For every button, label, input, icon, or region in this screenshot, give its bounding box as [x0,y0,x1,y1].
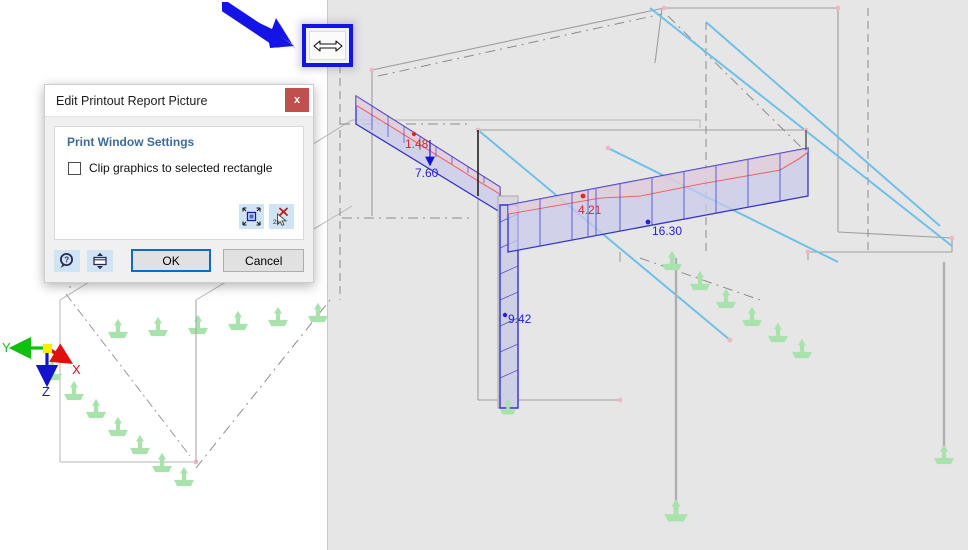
clear-selection-icon[interactable]: 2x [269,204,294,229]
window-tool-buttons: 2x [239,204,294,229]
resize-handle-inner[interactable] [309,31,346,60]
result-label-4: 16.30 [652,224,683,238]
fit-to-rectangle-icon[interactable] [239,204,264,229]
coordinate-axes-gizmo: Y X Z [0,330,110,410]
horizontal-resize-arrow-icon [312,39,343,52]
axis-label-x: X [72,362,81,377]
clip-graphics-checkbox[interactable] [68,161,81,175]
clip-graphics-label: Clip graphics to selected rectangle [89,161,273,175]
help-icon[interactable]: ? [54,249,80,272]
dialog-body: Print Window Settings Clip graphics to s… [45,117,313,240]
dialog-titlebar[interactable]: Edit Printout Report Picture x [45,85,313,117]
dialog-footer: ? OK Cancel [45,240,313,282]
axis-label-z: Z [42,384,50,399]
group-title: Print Window Settings [67,135,195,149]
edit-printout-report-picture-dialog: Edit Printout Report Picture x Print Win… [44,84,314,283]
dialog-title: Edit Printout Report Picture [56,93,208,108]
application-window: 1.48 7.60 4.21 16.30 9.42 Y X Z Edit Pri… [0,0,968,550]
result-label-1: 1.48 [405,137,429,151]
cancel-button[interactable]: Cancel [223,249,304,272]
svg-text:2x: 2x [273,220,279,226]
close-icon[interactable]: x [285,88,309,112]
fit-window-icon[interactable] [86,249,113,272]
svg-text:?: ? [64,255,69,264]
print-window-resize-handle[interactable] [302,24,353,67]
ok-button[interactable]: OK [130,249,212,272]
axis-label-y: Y [2,340,11,355]
result-label-3: 4.21 [578,203,602,217]
print-window-settings-group: Print Window Settings Clip graphics to s… [54,126,304,240]
result-label-5: 9.42 [508,312,532,326]
result-label-2: 7.60 [415,166,439,180]
clip-graphics-row[interactable]: Clip graphics to selected rectangle [65,161,293,175]
